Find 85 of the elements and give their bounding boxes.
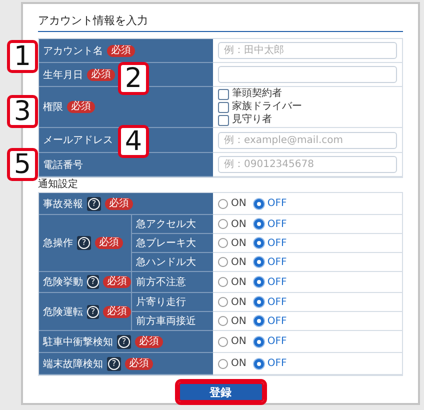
- sub-label-cell: 急アクセル大: [131, 215, 213, 234]
- radio-button[interactable]: [254, 238, 264, 248]
- radio-option[interactable]: OFF: [254, 238, 287, 248]
- checkbox-option[interactable]: 筆頭契約者: [218, 88, 302, 100]
- field-label: アカウント名: [43, 44, 103, 58]
- help-button[interactable]: ?: [107, 356, 121, 370]
- setting-label: 危険挙動: [43, 276, 83, 289]
- radio-option[interactable]: OFF: [254, 256, 287, 268]
- radio-button[interactable]: [218, 297, 228, 307]
- field-label: 権限: [43, 100, 63, 114]
- field-label: メールアドレス: [43, 134, 113, 147]
- sub-label-cell: 急ブレーキ大: [131, 234, 213, 253]
- required-badge: 必須: [107, 44, 135, 56]
- radio-button[interactable]: [218, 257, 228, 267]
- radio-option[interactable]: ON: [218, 358, 246, 369]
- required-badge: 必須: [103, 306, 131, 318]
- radio-option[interactable]: ON: [218, 238, 246, 248]
- checkbox[interactable]: [218, 88, 229, 100]
- required-badge: 必須: [125, 358, 153, 370]
- help-button[interactable]: ?: [87, 275, 99, 289]
- radio-button[interactable]: [254, 297, 264, 307]
- radio-button[interactable]: [218, 219, 228, 229]
- setting-label: 危険運転: [43, 306, 83, 318]
- radio-option[interactable]: OFF: [254, 218, 287, 230]
- checkbox-option[interactable]: 家族ドライバー: [218, 101, 302, 113]
- text-field[interactable]: 例：example@mail.com: [218, 132, 397, 148]
- radio-option[interactable]: OFF: [254, 296, 287, 308]
- radio-button[interactable]: [254, 316, 264, 326]
- field-label: 電話番号: [43, 158, 83, 172]
- radio-button[interactable]: [218, 198, 228, 208]
- radio-button[interactable]: [254, 257, 264, 267]
- required-badge: 必須: [87, 68, 115, 80]
- required-badge: 必須: [103, 276, 131, 288]
- field-label: 生年月日: [43, 68, 83, 82]
- radio-option[interactable]: OFF: [254, 276, 287, 288]
- radio-option[interactable]: ON: [218, 218, 246, 230]
- help-button[interactable]: ?: [117, 334, 131, 348]
- setting-label: 駐車中衝撃検知: [43, 336, 113, 348]
- radio-button[interactable]: [254, 198, 264, 208]
- radio-button[interactable]: [254, 358, 264, 368]
- callout-number: 2: [118, 62, 149, 95]
- radio-option[interactable]: OFF: [254, 198, 287, 209]
- setting-label: 急操作: [43, 237, 73, 250]
- text-field[interactable]: 例：田中太郎: [218, 42, 397, 59]
- setting-label: 端末故障検知: [43, 358, 103, 370]
- radio-option[interactable]: ON: [218, 276, 246, 288]
- radio-option[interactable]: ON: [218, 256, 246, 268]
- checkbox[interactable]: [218, 114, 229, 126]
- callout-number: 5: [7, 148, 38, 181]
- radio-button[interactable]: [218, 358, 228, 368]
- sub-label-cell: 前方車両接近: [131, 312, 213, 331]
- help-button[interactable]: ?: [77, 236, 91, 250]
- radio-option[interactable]: ON: [218, 296, 246, 308]
- required-badge: 必須: [105, 198, 133, 210]
- text-field[interactable]: [218, 66, 397, 83]
- radio-option[interactable]: OFF: [254, 316, 287, 326]
- callout-number: 4: [118, 125, 149, 158]
- checkbox[interactable]: [218, 102, 229, 112]
- radio-button[interactable]: [254, 336, 264, 346]
- radio-button[interactable]: [254, 219, 264, 229]
- radio-option[interactable]: ON: [218, 316, 246, 326]
- help-button[interactable]: ?: [87, 196, 101, 210]
- radio-option[interactable]: ON: [218, 336, 246, 347]
- sub-label-cell: 前方不注意: [131, 272, 213, 293]
- required-badge: 必須: [67, 101, 95, 113]
- help-button[interactable]: ?: [87, 304, 99, 318]
- radio-button[interactable]: [218, 277, 228, 287]
- radio-button[interactable]: [254, 277, 264, 287]
- required-badge: 必須: [95, 237, 123, 249]
- checkbox-option[interactable]: 見守り者: [218, 114, 302, 126]
- radio-option[interactable]: OFF: [254, 358, 287, 369]
- radio-option[interactable]: OFF: [254, 336, 287, 347]
- sub-label-cell: 片寄り走行: [131, 293, 213, 312]
- section-title: 通知設定: [38, 179, 79, 191]
- radio-button[interactable]: [218, 336, 228, 346]
- callout-number: 1: [7, 40, 38, 73]
- radio-option[interactable]: ON: [218, 198, 246, 209]
- required-badge: 必須: [135, 336, 163, 348]
- setting-label: 事故発報: [43, 198, 83, 210]
- form-title: アカウント情報を入力: [38, 8, 403, 32]
- radio-button[interactable]: [218, 238, 228, 248]
- callout-number: 3: [7, 95, 38, 128]
- text-field[interactable]: 例：09012345678: [218, 156, 397, 173]
- sub-label-cell: 急ハンドル大: [131, 253, 213, 272]
- radio-button[interactable]: [218, 316, 228, 326]
